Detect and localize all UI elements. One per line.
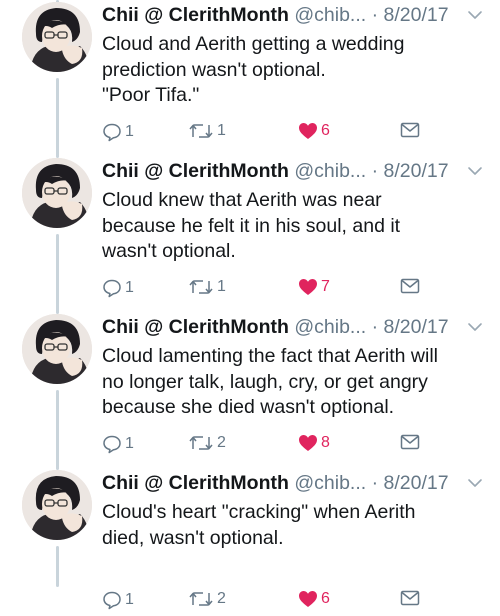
tweet-text-line: because she died wasn't optional.: [102, 396, 395, 418]
tweet-actions: 1 2 6: [102, 590, 432, 612]
tweet-header: Chii @ ClerithMonth @chib... · 8/20/17: [102, 4, 449, 27]
direct-message-button[interactable]: [400, 122, 420, 138]
retweet-button[interactable]: 1: [188, 278, 226, 296]
avatar-image: [22, 314, 92, 384]
tweet-text-line: Cloud lamenting the fact that Aerith wil…: [102, 345, 439, 367]
user-handle[interactable]: @chib...: [294, 4, 366, 26]
avatar[interactable]: [22, 2, 92, 72]
tweet-text: Cloud lamenting the fact that Aerith wil…: [102, 344, 492, 421]
tweet[interactable]: Chii @ ClerithMonth @chib... · 8/20/17 C…: [0, 314, 500, 460]
user-handle[interactable]: @chib...: [294, 160, 366, 182]
tweet-text: Cloud's heart "cracking" when Aerith died…: [102, 500, 492, 551]
envelope-icon: [400, 590, 420, 606]
user-handle[interactable]: @chib...: [294, 316, 366, 338]
heart-icon: [299, 123, 317, 139]
envelope-icon: [400, 434, 420, 450]
reply-count: 1: [125, 591, 134, 608]
reply-icon: [103, 279, 121, 298]
tweet[interactable]: Chii @ ClerithMonth @chib... · 8/20/17 C…: [0, 158, 500, 304]
reply-count: 1: [125, 123, 134, 140]
tweet-text-line: "Poor Tifa.": [102, 84, 200, 106]
direct-message-button[interactable]: [400, 590, 420, 606]
tweet-text-line: died, wasn't optional.: [102, 526, 284, 549]
chevron-down-icon[interactable]: [466, 164, 484, 178]
tweet-text: Cloud knew that Aerith was near because h…: [102, 188, 492, 265]
retweet-count: 2: [217, 434, 226, 451]
tweet-actions: 1 1 7: [102, 278, 432, 300]
avatar[interactable]: [22, 470, 92, 540]
reply-icon: [103, 435, 121, 454]
retweet-button[interactable]: 1: [188, 122, 226, 140]
avatar[interactable]: [22, 314, 92, 384]
tweet-header: Chii @ ClerithMonth @chib... · 8/20/17: [102, 472, 449, 495]
tweet-text-line: because he felt it in his soul, and it: [102, 214, 401, 237]
reply-button[interactable]: 1: [102, 590, 134, 610]
tweet-actions: 1 1 6: [102, 122, 432, 144]
tweet-text-line: wasn't optional.: [102, 240, 236, 262]
chevron-down-icon[interactable]: [466, 476, 484, 490]
direct-message-button[interactable]: [400, 278, 420, 294]
reply-count: 1: [125, 435, 134, 452]
retweet-icon: [189, 124, 213, 138]
chevron-down-icon[interactable]: [466, 320, 484, 334]
tweet-text-line: prediction wasn't optional.: [102, 58, 326, 81]
retweet-count: 1: [217, 122, 226, 139]
envelope-icon: [400, 278, 420, 294]
heart-icon: [299, 435, 317, 451]
display-name[interactable]: Chii @ ClerithMonth: [102, 472, 289, 494]
user-handle[interactable]: @chib...: [294, 472, 366, 494]
reply-count: 1: [125, 279, 134, 296]
reply-button[interactable]: 1: [102, 122, 134, 142]
reply-button[interactable]: 1: [102, 278, 134, 298]
avatar[interactable]: [22, 158, 92, 228]
tweet-text-line: Cloud knew that Aerith was near: [102, 189, 382, 211]
tweet-date[interactable]: · 8/20/17: [372, 472, 449, 494]
tweet-date[interactable]: · 8/20/17: [372, 316, 449, 338]
like-button[interactable]: 6: [298, 590, 330, 608]
like-button[interactable]: 8: [298, 434, 330, 452]
tweet[interactable]: Chii @ ClerithMonth @chib... · 8/20/17 C…: [0, 470, 500, 616]
chevron-down-icon[interactable]: [466, 8, 484, 22]
retweet-count: 2: [217, 590, 226, 607]
envelope-icon: [400, 122, 420, 138]
tweet-text: Cloud and Aerith getting a wedding predic…: [102, 32, 492, 109]
heart-icon: [299, 591, 317, 607]
display-name[interactable]: Chii @ ClerithMonth: [102, 316, 289, 338]
like-count: 6: [321, 122, 330, 139]
like-button[interactable]: 7: [298, 278, 330, 296]
retweet-icon: [189, 592, 213, 606]
tweet-date[interactable]: · 8/20/17: [372, 4, 449, 26]
like-count: 6: [321, 590, 330, 607]
reply-icon: [103, 591, 121, 610]
tweet-header: Chii @ ClerithMonth @chib... · 8/20/17: [102, 316, 449, 339]
retweet-count: 1: [217, 278, 226, 295]
tweet-date[interactable]: · 8/20/17: [372, 160, 449, 182]
retweet-icon: [189, 436, 213, 450]
reply-button[interactable]: 1: [102, 434, 134, 454]
like-button[interactable]: 6: [298, 122, 330, 140]
retweet-button[interactable]: 2: [188, 590, 226, 608]
tweet-actions: 1 2 8: [102, 434, 432, 456]
display-name[interactable]: Chii @ ClerithMonth: [102, 4, 289, 26]
tweet[interactable]: Chii @ ClerithMonth @chib... · 8/20/17 C…: [0, 2, 500, 148]
direct-message-button[interactable]: [400, 434, 420, 450]
tweet-header: Chii @ ClerithMonth @chib... · 8/20/17: [102, 160, 449, 183]
avatar-image: [22, 158, 92, 228]
reply-icon: [103, 123, 121, 142]
avatar-image: [22, 2, 92, 72]
display-name[interactable]: Chii @ ClerithMonth: [102, 160, 289, 182]
tweet-text-line: no longer talk, laugh, cry, or get angry: [102, 370, 428, 393]
retweet-button[interactable]: 2: [188, 434, 226, 452]
avatar-image: [22, 470, 92, 540]
retweet-icon: [189, 280, 213, 294]
like-count: 8: [321, 434, 330, 451]
heart-icon: [299, 279, 317, 295]
tweet-text-line: Cloud and Aerith getting a wedding: [102, 33, 405, 55]
like-count: 7: [321, 278, 330, 295]
tweet-text-line: Cloud's heart "cracking" when Aerith: [102, 501, 416, 523]
